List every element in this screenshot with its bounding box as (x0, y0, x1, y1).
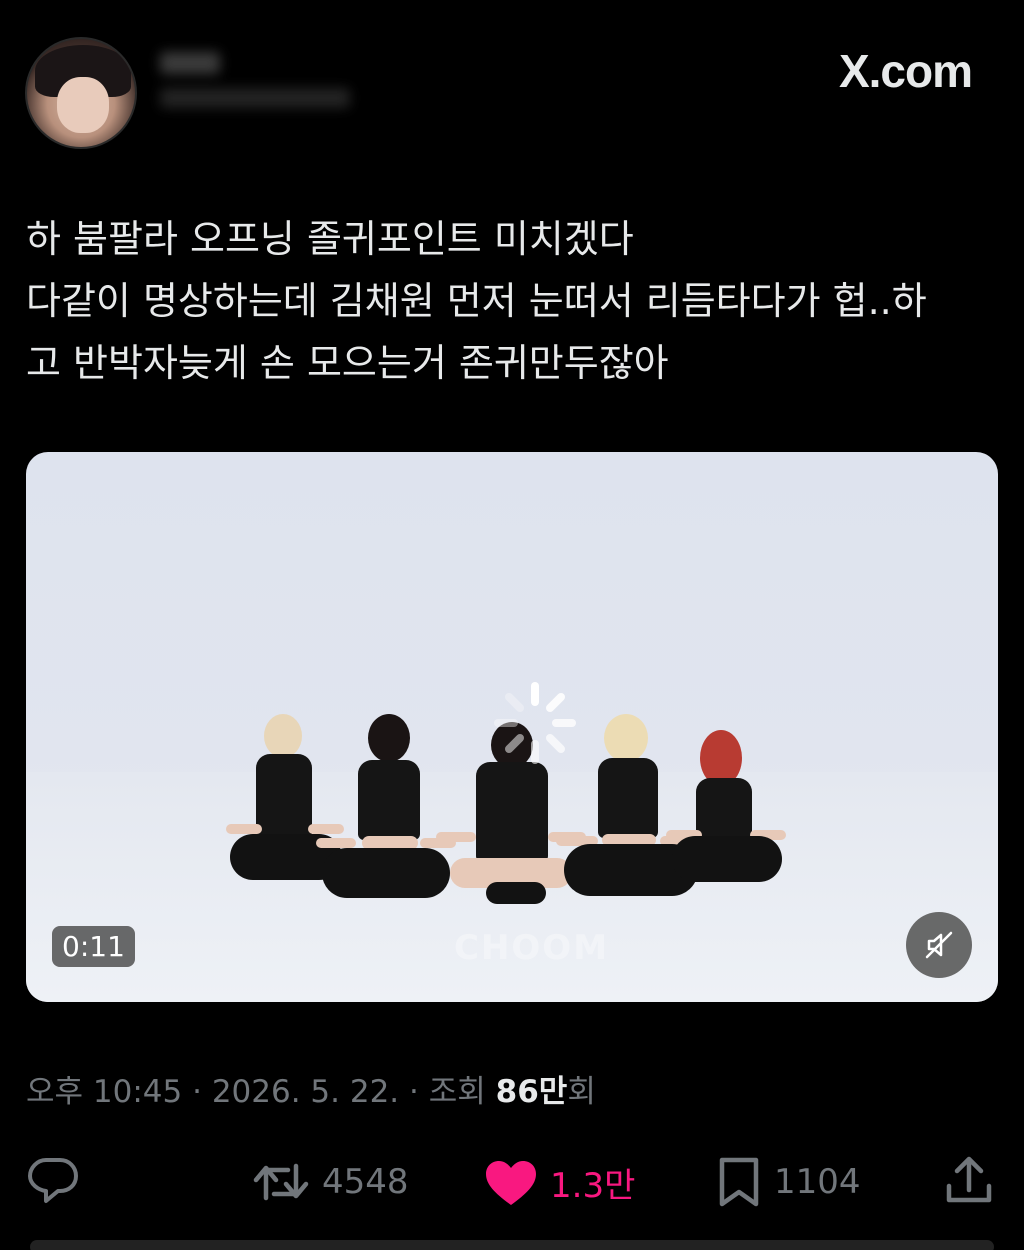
retweet-button[interactable]: 4548 (252, 1158, 409, 1206)
meta-separator: · (409, 1074, 419, 1110)
mute-button[interactable] (906, 912, 972, 978)
heart-filled-icon (486, 1160, 536, 1205)
tweet-text: 하 붐팔라 오프닝 졸귀포인트 미치겠다 다같이 명상하는데 김채원 먼저 눈떠… (26, 217, 927, 385)
video-duration-badge: 0:11 (52, 926, 135, 967)
views-label: 조회 (428, 1074, 486, 1110)
bookmark-button[interactable]: 1104 (716, 1156, 861, 1208)
meta-separator: · (192, 1074, 202, 1110)
speaker-muted-icon (925, 931, 953, 959)
bookmark-icon (719, 1157, 759, 1207)
video-player[interactable]: CHOOM 0:11 (26, 452, 998, 1002)
share-icon (946, 1156, 992, 1203)
retweet-icon (253, 1163, 309, 1201)
share-button[interactable] (944, 1154, 994, 1206)
video-frame-figure (316, 714, 456, 904)
blurred-user-handle[interactable] (160, 52, 360, 122)
bottom-bar (30, 1240, 994, 1250)
retweet-count: 4548 (322, 1162, 409, 1202)
like-count: 1.3만 (550, 1166, 636, 1206)
site-label: X.com (838, 45, 973, 97)
views-count: 86만 (495, 1074, 568, 1110)
views-suffix: 회 (567, 1074, 596, 1110)
tweet-page: X.com 하 붐팔라 오프닝 졸귀포인트 미치겠다 다같이 명상하는데 김채원… (0, 0, 1024, 1250)
tweet-action-bar: 4548 1.3만 1104 (0, 1150, 1024, 1214)
reply-icon (28, 1158, 78, 1203)
tweet-meta: 오후 10:45 · 2026. 5. 22. · 조회 86만회 (26, 1066, 596, 1111)
video-watermark: CHOOM (454, 928, 610, 968)
loading-spinner-icon (494, 682, 576, 764)
like-button[interactable]: 1.3만 (484, 1158, 635, 1207)
reply-button[interactable] (26, 1156, 80, 1206)
tweet-date[interactable]: 2026. 5. 22. (212, 1074, 399, 1110)
video-frame-figure (666, 730, 786, 890)
profile-avatar[interactable] (25, 37, 137, 149)
bookmark-count: 1104 (774, 1162, 861, 1202)
tweet-time[interactable]: 오후 10:45 (26, 1074, 182, 1110)
